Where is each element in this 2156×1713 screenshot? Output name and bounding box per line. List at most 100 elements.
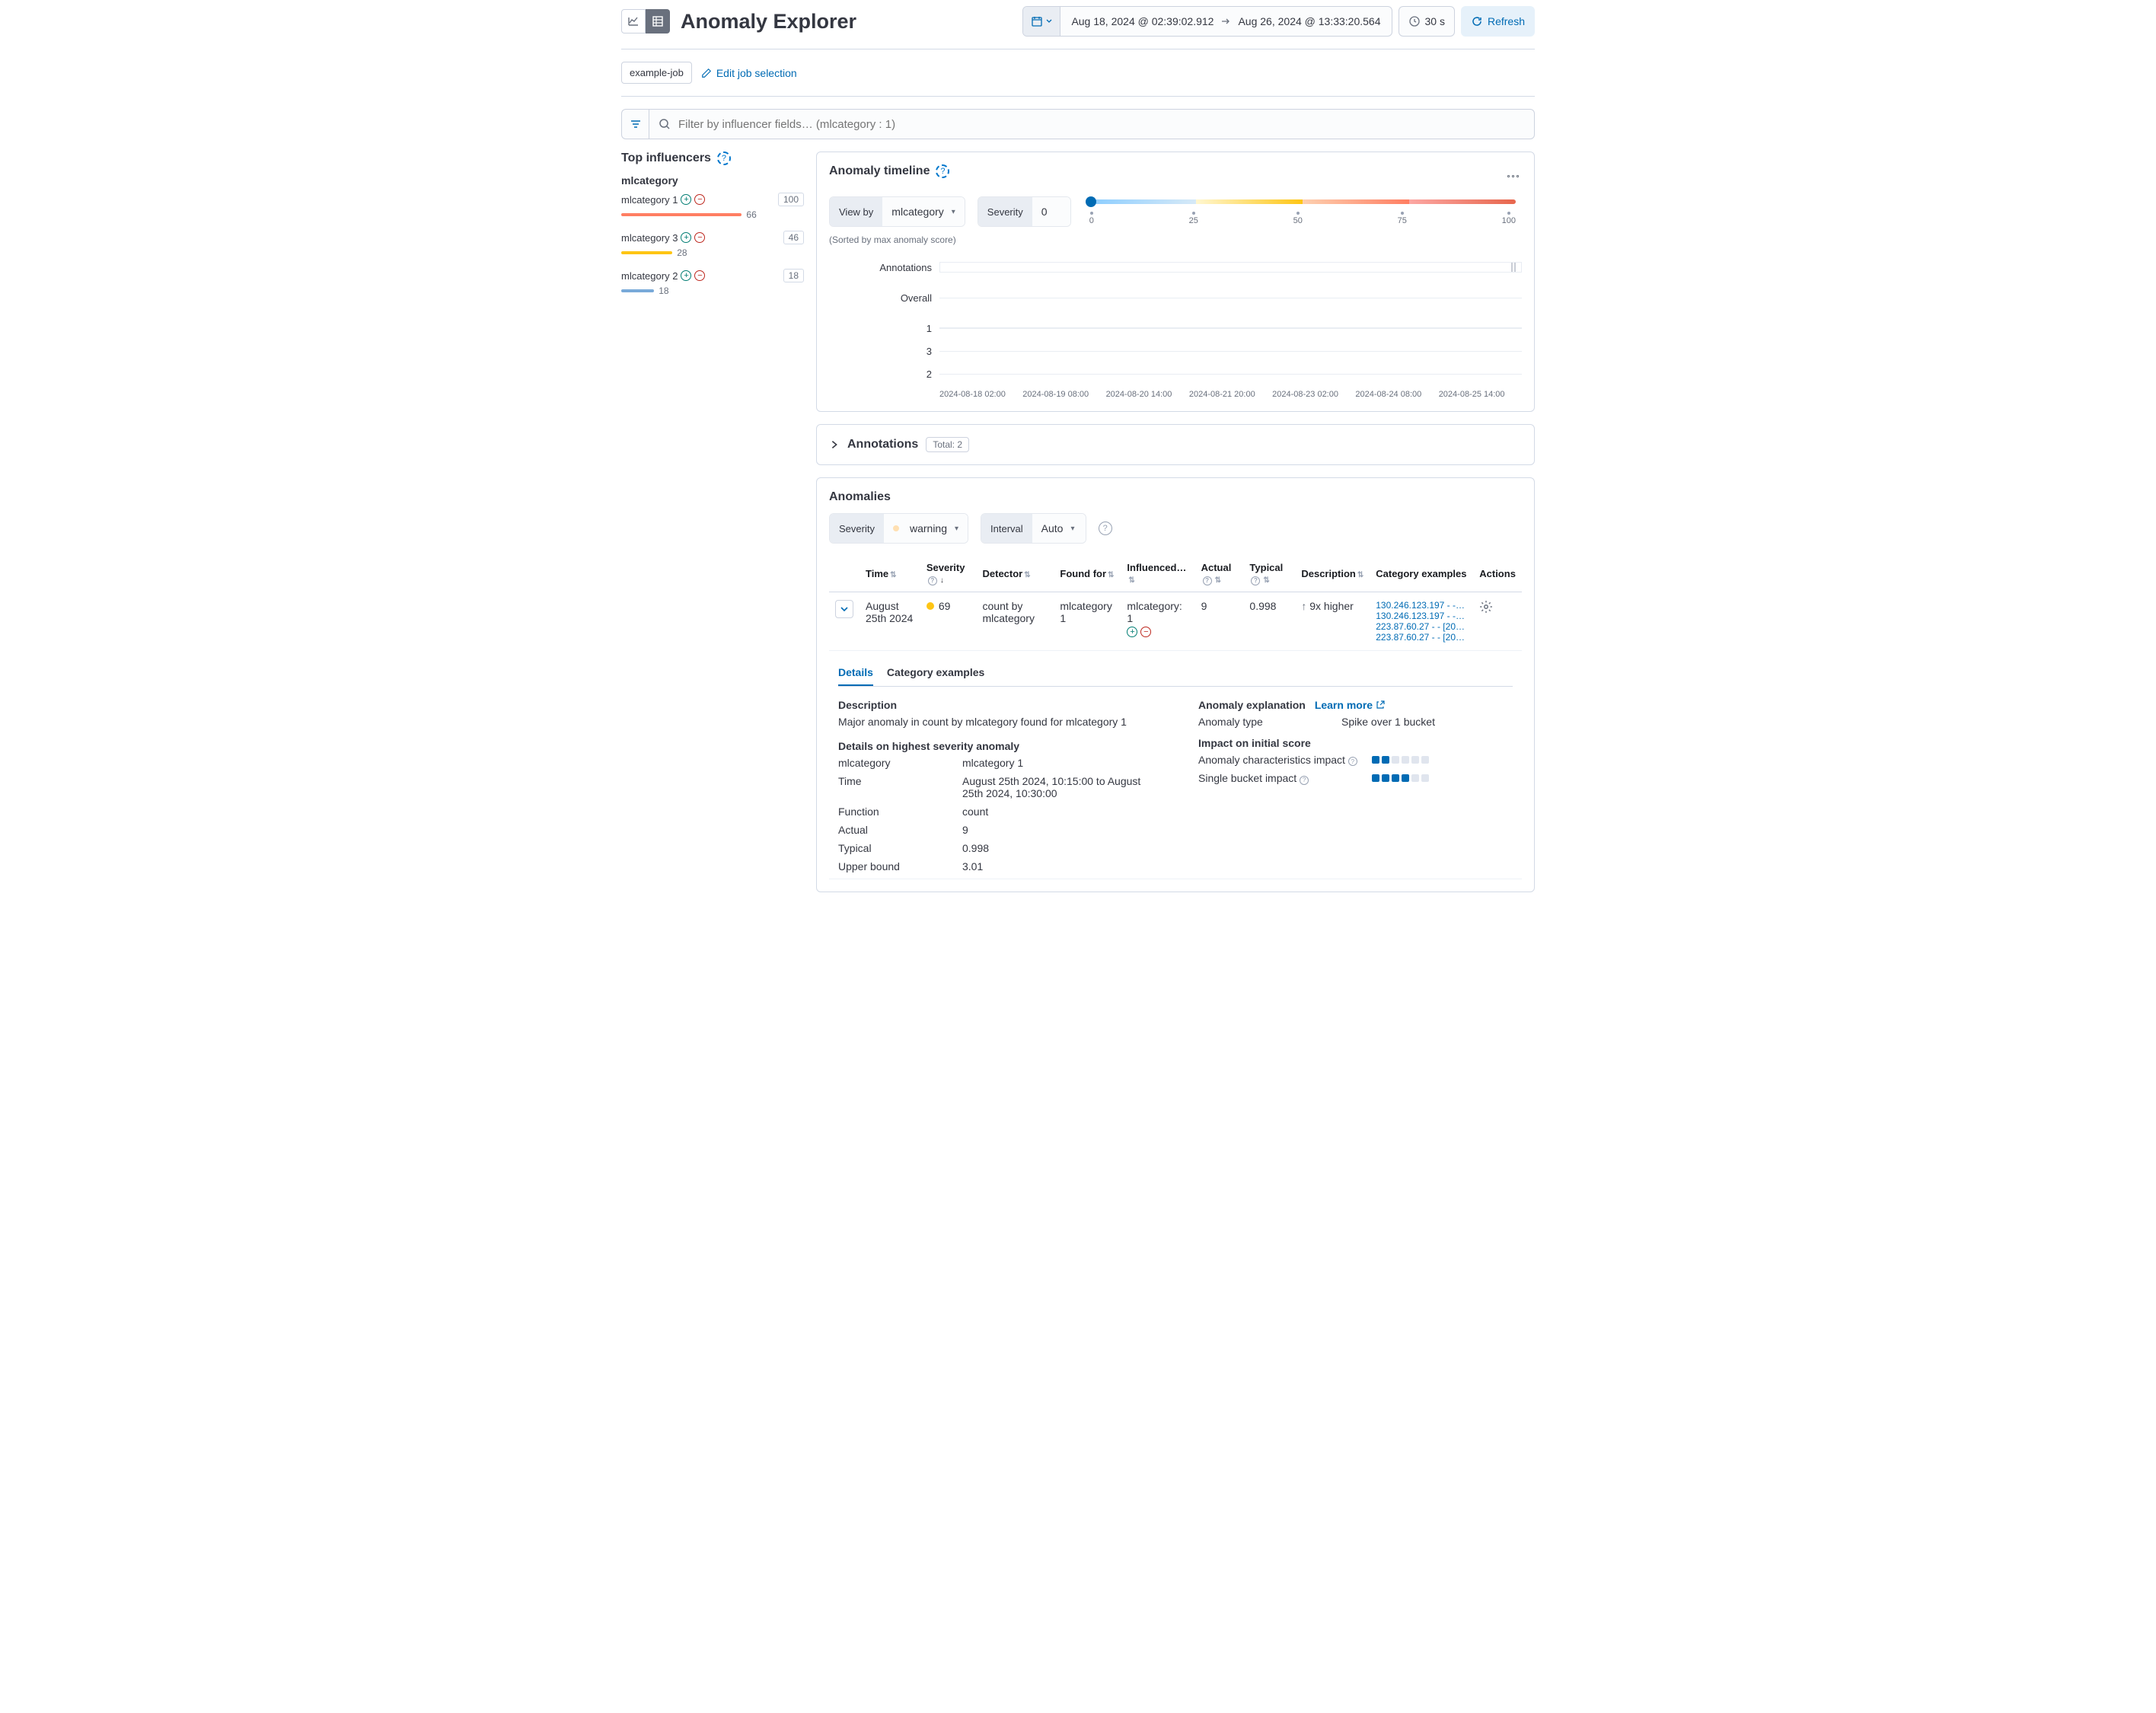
view-toggle-chart[interactable] <box>621 9 646 33</box>
axis-tick: 2024-08-19 08:00 <box>1022 390 1105 399</box>
auto-refresh-interval[interactable]: 30 s <box>1399 6 1455 37</box>
help-icon[interactable]: ? <box>1099 522 1112 535</box>
anomalies-severity-select[interactable]: Severity warning▾ <box>829 513 968 544</box>
axis-tick: 2024-08-23 02:00 <box>1272 390 1355 399</box>
row-actions-button[interactable] <box>1479 600 1516 614</box>
filter-icon <box>630 118 642 130</box>
col-actions: Actions <box>1473 556 1522 592</box>
swimlane-lane-label: 2 <box>829 368 939 380</box>
chevron-down-icon: ▾ <box>952 208 955 216</box>
gear-icon <box>1479 600 1493 614</box>
clock-icon <box>1408 15 1421 27</box>
category-example-link[interactable]: 130.246.123.197 - - [… <box>1376 611 1467 621</box>
edit-job-selection[interactable]: Edit job selection <box>701 67 797 79</box>
remove-filter-icon[interactable]: − <box>694 232 705 243</box>
annotation-marker[interactable] <box>1511 263 1517 272</box>
cell-description: ↑ 9x higher <box>1295 592 1370 650</box>
influencer-label: mlcategory 2 <box>621 270 678 282</box>
view-by-select[interactable]: View by mlcategory▾ <box>829 196 965 227</box>
add-filter-icon[interactable]: + <box>681 232 691 243</box>
help-icon[interactable]: ? <box>936 164 949 178</box>
influencer-max: 28 <box>677 247 687 258</box>
category-example-link[interactable]: 130.246.123.197 - - [… <box>1376 600 1467 611</box>
col-detector[interactable]: Detector⇅ <box>977 556 1054 592</box>
explanation-heading: Anomaly explanation <box>1198 699 1306 711</box>
remove-filter-icon[interactable]: − <box>694 194 705 205</box>
influencer-label: mlcategory 1 <box>621 194 678 206</box>
scale-tick: 0 <box>1089 209 1094 225</box>
chevron-down-icon <box>840 605 848 613</box>
view-toggle-table[interactable] <box>646 9 670 33</box>
col-examples: Category examples <box>1370 556 1473 592</box>
interval-value: 30 s <box>1425 15 1445 27</box>
swimlane-row: 2 <box>829 362 1522 385</box>
add-filter-icon[interactable]: + <box>681 270 691 281</box>
help-icon[interactable]: ? <box>717 152 731 165</box>
date-range-picker[interactable]: Aug 18, 2024 @ 02:39:02.912 Aug 26, 2024… <box>1022 6 1392 37</box>
col-time[interactable]: Time⇅ <box>860 556 920 592</box>
calendar-button[interactable] <box>1023 7 1060 36</box>
timeline-title: Anomaly timeline <box>829 164 930 178</box>
col-typical[interactable]: Typical?⇅ <box>1243 556 1295 592</box>
anomalies-card: Anomalies Severity warning▾ Interval Aut… <box>816 477 1535 892</box>
remove-filter-icon[interactable]: − <box>1140 627 1151 637</box>
anomalies-table: Time⇅ Severity?↓ Detector⇅ Found for⇅ In… <box>829 556 1522 879</box>
influencer-item: mlcategory 1 + − 100 66 <box>621 193 804 220</box>
axis-tick: 2024-08-25 14:00 <box>1439 390 1522 399</box>
annotations-accordion[interactable]: Annotations Total: 2 <box>829 437 1522 452</box>
cell-found-for: mlcategory 1 <box>1054 592 1121 650</box>
anomalies-interval-select[interactable]: Interval Auto▾ <box>981 513 1086 544</box>
influencer-bar <box>621 289 654 292</box>
table-row: August 25th 2024 69 count by mlcategory … <box>829 592 1522 650</box>
filter-input[interactable] <box>678 118 1525 131</box>
cell-severity: 69 <box>920 592 977 650</box>
refresh-button[interactable]: Refresh <box>1461 6 1535 37</box>
tab-details[interactable]: Details <box>838 660 873 686</box>
learn-more-link[interactable]: Learn more <box>1315 699 1385 711</box>
impact-dots <box>1372 774 1429 782</box>
scale-tick: 50 <box>1293 209 1303 225</box>
col-found-for[interactable]: Found for⇅ <box>1054 556 1121 592</box>
chevron-down-icon: ▾ <box>1070 525 1074 533</box>
col-actual[interactable]: Actual?⇅ <box>1195 556 1244 592</box>
impact-dots <box>1372 756 1429 764</box>
add-filter-icon[interactable]: + <box>1127 627 1137 637</box>
influencer-field-name: mlcategory <box>621 174 804 187</box>
view-toggle <box>621 9 670 33</box>
sort-note: (Sorted by max anomaly score) <box>829 234 1522 245</box>
expand-row-button[interactable] <box>835 600 853 618</box>
severity-threshold-input[interactable]: Severity 0 <box>978 196 1071 227</box>
remove-filter-icon[interactable]: − <box>694 270 705 281</box>
axis-tick: 2024-08-18 02:00 <box>939 390 1022 399</box>
col-influenced[interactable]: Influenced…⇅ <box>1121 556 1194 592</box>
scale-thumb[interactable] <box>1086 196 1096 207</box>
cell-influenced: mlcategory: 1 + − <box>1121 592 1194 650</box>
influencer-max: 18 <box>659 286 668 296</box>
cell-time: August 25th 2024 <box>860 592 920 650</box>
tab-category-examples[interactable]: Category examples <box>887 660 984 686</box>
axis-tick: 2024-08-20 14:00 <box>1106 390 1189 399</box>
chevron-down-icon <box>1046 18 1052 24</box>
influencer-total: 18 <box>783 269 804 282</box>
impact-heading: Impact on initial score <box>1198 737 1513 749</box>
axis-tick: 2024-08-21 20:00 <box>1189 390 1272 399</box>
category-example-link[interactable]: 223.87.60.27 - - [201… <box>1376 632 1467 643</box>
severity-scale[interactable]: 0255075100 <box>1083 196 1522 225</box>
popout-icon <box>1376 700 1385 710</box>
chart-line-icon <box>627 15 639 27</box>
col-severity[interactable]: Severity?↓ <box>920 556 977 592</box>
influencer-total: 100 <box>778 193 804 206</box>
swimlane-row: 1 <box>829 317 1522 340</box>
chevron-right-icon <box>829 439 840 450</box>
timeline-menu[interactable] <box>1504 167 1522 185</box>
scale-tick: 25 <box>1189 209 1198 225</box>
annotations-card: Annotations Total: 2 <box>816 424 1535 465</box>
annotations-count: Total: 2 <box>926 437 969 452</box>
add-filter-icon[interactable]: + <box>681 194 691 205</box>
filter-options-button[interactable] <box>621 109 649 139</box>
page-title: Anomaly Explorer <box>681 10 856 33</box>
calendar-icon <box>1031 15 1043 27</box>
category-example-link[interactable]: 223.87.60.27 - - [201… <box>1376 621 1467 632</box>
col-description[interactable]: Description⇅ <box>1295 556 1370 592</box>
date-to: Aug 26, 2024 @ 13:33:20.564 <box>1238 15 1380 27</box>
